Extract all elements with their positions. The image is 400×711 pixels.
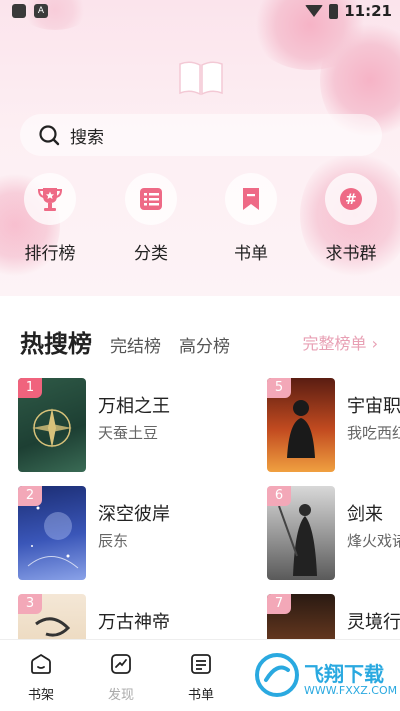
watermark-logo-icon	[255, 653, 299, 697]
full-ranking-link[interactable]: 完整榜单 ›	[303, 330, 379, 354]
book-author: 我吃西红	[347, 424, 400, 442]
rank-badge: 7	[267, 594, 291, 614]
book-item[interactable]: 6 剑来 烽火戏诸	[267, 486, 400, 580]
rank-badge: 3	[18, 594, 42, 614]
tab-label: 书架	[27, 688, 54, 703]
rank-badge: 6	[267, 486, 291, 506]
book-item[interactable]: 2 深空彼岸 辰东	[18, 486, 248, 580]
app-a-icon: A	[34, 4, 48, 18]
book-cover: 2	[18, 486, 86, 580]
book-cover: 6	[267, 486, 335, 580]
rank-badge: 2	[18, 486, 42, 506]
book-cover: 5	[267, 378, 335, 472]
tab-label: 书单	[187, 688, 214, 703]
book-title: 灵境行	[347, 612, 400, 633]
tab-bookshelf[interactable]: 书架	[11, 652, 71, 703]
tab-high-score[interactable]: 高分榜	[179, 332, 230, 357]
search-label: 搜索	[70, 127, 104, 148]
trophy-icon	[37, 188, 63, 211]
book-cover: 7	[267, 594, 335, 639]
book-title: 深空彼岸	[98, 504, 170, 525]
book-author: 烽火戏诸	[347, 532, 400, 550]
ranking-tabs: 热搜榜 完结榜 高分榜	[20, 324, 248, 359]
book-item[interactable]: 5 宇宙职 我吃西红	[267, 378, 400, 472]
watermark-url: WWW.FXXZ.COM	[304, 684, 398, 697]
book-cover: 3	[18, 594, 86, 639]
book-icon	[179, 61, 223, 96]
watermark-text: 飞翔下载	[304, 662, 384, 686]
status-bar: A 11:21	[0, 0, 400, 24]
book-cover: 1	[18, 378, 86, 472]
book-author: 天蚕土豆	[98, 424, 159, 442]
tab-booklist[interactable]: 书单	[171, 652, 231, 703]
search-bar[interactable]: 搜索	[20, 114, 382, 156]
shortcut-group[interactable]: # 求书群	[311, 173, 391, 264]
list-icon	[140, 188, 162, 210]
battery-icon	[329, 3, 339, 19]
book-item[interactable]: 3 万古神帝	[18, 594, 248, 639]
watermark: 飞翔下载 WWW.FXXZ.COM	[252, 650, 397, 702]
book-title: 万古神帝	[98, 612, 170, 633]
shortcut-label: 书单	[234, 244, 268, 264]
search-icon	[39, 125, 60, 146]
bookshelf-icon	[31, 653, 51, 674]
shortcut-label: 求书群	[325, 244, 377, 264]
notification-icon	[12, 4, 26, 18]
shortcut-label: 分类	[134, 244, 168, 264]
rank-badge: 1	[18, 378, 42, 398]
shortcut-ranking[interactable]: 排行榜	[10, 173, 90, 264]
tab-hot-search[interactable]: 热搜榜	[20, 324, 92, 359]
ranking-section: 热搜榜 完结榜 高分榜 完整榜单 › 1 万相之王 天蚕土豆 2 深空彼岸 辰东	[0, 296, 400, 639]
book-title: 剑来	[347, 504, 383, 525]
rank-badge: 5	[267, 378, 291, 398]
tab-finished[interactable]: 完结榜	[110, 332, 161, 357]
book-title: 万相之王	[98, 396, 170, 417]
book-title: 宇宙职	[347, 396, 400, 417]
shortcut-category[interactable]: 分类	[111, 173, 191, 264]
clock: 11:21	[344, 2, 392, 20]
book-item[interactable]: 1 万相之王 天蚕土豆	[18, 378, 248, 472]
tab-discover[interactable]: 发现	[91, 652, 151, 703]
tab-label: 发现	[107, 688, 134, 703]
category-shortcuts: 排行榜 分类 书单 # 求书群	[0, 173, 400, 273]
bookmark-icon	[243, 188, 259, 210]
book-author: 辰东	[98, 532, 129, 550]
booklist-icon	[191, 654, 211, 674]
hashtag-icon: #	[340, 188, 362, 210]
svg-text:#: #	[345, 192, 357, 208]
shortcut-booklist[interactable]: 书单	[211, 173, 291, 264]
book-item[interactable]: 7 灵境行	[267, 594, 400, 639]
discover-icon	[111, 654, 131, 674]
shortcut-label: 排行榜	[24, 244, 76, 264]
wifi-icon	[305, 5, 324, 17]
